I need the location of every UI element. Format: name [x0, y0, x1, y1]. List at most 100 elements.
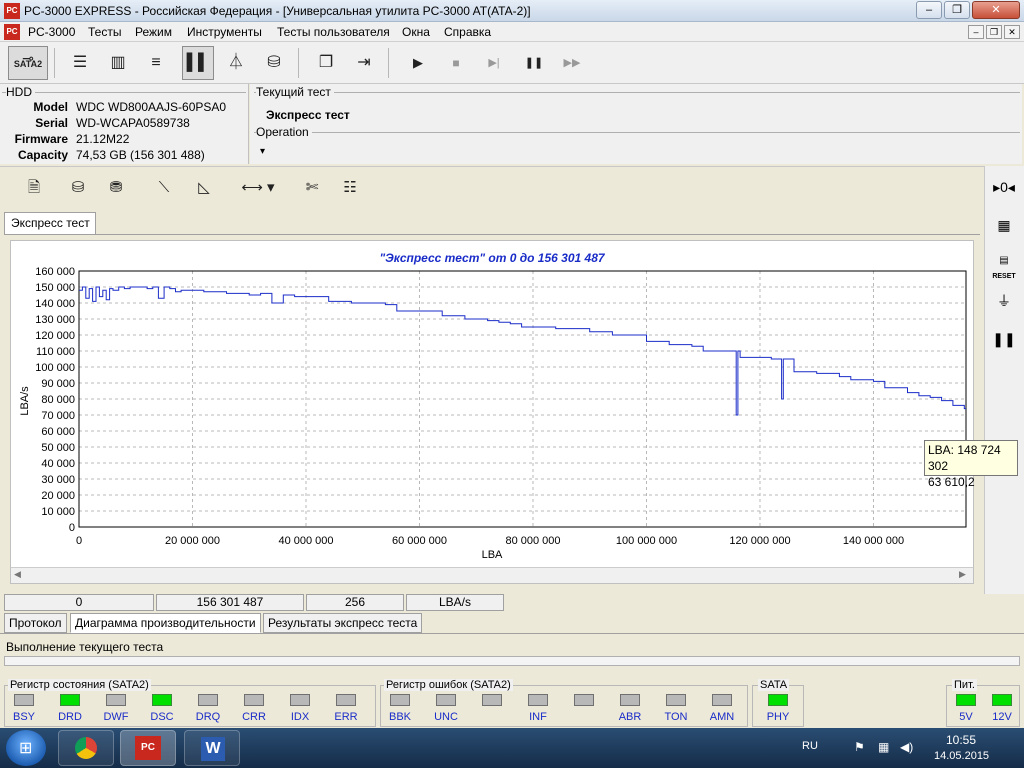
- drive-icon: ☰: [72, 54, 88, 71]
- chart-svg: "Экспресс тест" от 0 до 156 301 487 0 10 …: [19, 251, 967, 561]
- relay-button[interactable]: ⏚: [988, 286, 1020, 316]
- led-label-unc: UNC: [434, 711, 458, 723]
- x-tick-label: 140 000 000: [843, 535, 904, 547]
- y-tick-label: 60 000: [41, 426, 75, 438]
- led-err-6: [666, 694, 686, 706]
- chip-button[interactable]: ▥: [102, 46, 134, 80]
- language-indicator[interactable]: RU: [802, 740, 818, 752]
- led-label-dwf: DWF: [103, 711, 129, 723]
- menu-help[interactable]: Справка: [444, 25, 491, 39]
- board-button[interactable]: ▦: [988, 210, 1020, 240]
- operation-dropdown-icon[interactable]: ▾: [260, 146, 265, 157]
- power-switch-button[interactable]: ▸0◂: [988, 172, 1020, 202]
- x-tick-label: 20 000 000: [165, 535, 220, 547]
- y-axis-label: LBA/s: [19, 386, 31, 416]
- menu-windows[interactable]: Окна: [402, 25, 430, 39]
- led-state-6: [290, 694, 310, 706]
- led-state-3: [152, 694, 172, 706]
- scan-icon: ⏃: [227, 54, 244, 71]
- progress-label: Выполнение текущего теста: [6, 640, 164, 654]
- current-test-label: Текущий тест: [256, 85, 334, 99]
- power-switch-icon: ▸0◂: [993, 179, 1015, 195]
- status-end-lba: 156 301 487: [156, 594, 304, 611]
- menu-user-tests[interactable]: Тесты пользователя: [277, 25, 390, 39]
- tray-network-icon[interactable]: ▦: [878, 740, 889, 754]
- minimize-button[interactable]: –: [916, 1, 942, 19]
- mdi-restore-button[interactable]: ❐: [986, 25, 1002, 39]
- tray-flag-icon[interactable]: ⚑: [854, 740, 865, 754]
- reset-icon: ▤: [999, 255, 1009, 266]
- exit-button[interactable]: ⇥: [348, 46, 380, 80]
- tray-volume-icon[interactable]: ◀): [900, 740, 913, 754]
- close-button[interactable]: ✕: [972, 1, 1020, 19]
- start-button[interactable]: ⊞: [6, 730, 46, 766]
- disk-button[interactable]: ⛁: [258, 46, 290, 80]
- mdi-minimize-button[interactable]: –: [968, 25, 984, 39]
- hdd-group-label: HDD: [6, 85, 35, 99]
- menu-tools[interactable]: Инструменты: [187, 25, 262, 39]
- pause-button[interactable]: ❚❚: [518, 46, 550, 80]
- save-report-button[interactable]: 🗎: [20, 174, 48, 202]
- serial-label: Serial: [35, 116, 68, 130]
- scroll-right-icon[interactable]: ▶: [959, 569, 966, 580]
- taskbar-word[interactable]: W: [184, 730, 240, 766]
- y-tick-label: 100 000: [35, 362, 75, 374]
- current-test-panel: Текущий тест Экспресс тест Operation ▾: [250, 84, 1022, 164]
- tools-button[interactable]: ✄: [298, 174, 326, 202]
- clock-date[interactable]: 14.05.2015: [934, 750, 989, 762]
- horizontal-scrollbar[interactable]: ◀ ▶: [11, 567, 973, 583]
- scroll-left-icon[interactable]: ◀: [14, 569, 21, 580]
- model-value: WDC WD800AAJS-60PSA0: [76, 100, 227, 114]
- menu-pc3000[interactable]: PC-3000: [28, 25, 75, 39]
- performance-chart-button[interactable]: ▌▌: [182, 46, 214, 80]
- sata-port-label: SATA2: [13, 59, 43, 69]
- title-bar: PC PC-3000 EXPRESS - Российская Федераци…: [0, 0, 1024, 22]
- menu-bar: PC PC-3000 Тесты Режим Инструменты Тесты…: [0, 22, 1024, 42]
- y-tick-label: 0: [69, 522, 75, 534]
- clock-time[interactable]: 10:55: [946, 733, 976, 747]
- scan-button[interactable]: ⏃: [220, 46, 252, 80]
- tab-performance-diagram[interactable]: Диаграмма производительности: [70, 613, 261, 633]
- reset-button[interactable]: ▤ RESET: [988, 248, 1020, 280]
- chrome-icon: [75, 737, 97, 759]
- led-5v: [956, 694, 976, 706]
- fast-forward-button[interactable]: ▶▶: [556, 46, 588, 80]
- windows-button[interactable]: ❐: [310, 46, 342, 80]
- graph-button[interactable]: ⟍: [150, 174, 178, 202]
- side-pause-button[interactable]: ❚❚: [988, 324, 1020, 354]
- led-label-crr: CRR: [242, 711, 266, 723]
- operation-line: [254, 132, 1020, 133]
- taskbar-chrome[interactable]: [58, 730, 114, 766]
- stop-button[interactable]: ■: [440, 46, 472, 80]
- restore-button[interactable]: ❐: [944, 1, 970, 19]
- menu-mode[interactable]: Режим: [135, 25, 172, 39]
- tab-express-test[interactable]: Экспресс тест: [4, 212, 96, 234]
- step-button[interactable]: ▶|: [478, 46, 510, 80]
- mdi-close-button[interactable]: ✕: [1004, 25, 1020, 39]
- word-icon: W: [201, 737, 225, 761]
- log-button[interactable]: ☷: [336, 174, 364, 202]
- tooltip-speed: 63 610,2: [928, 475, 975, 489]
- status-start-lba: 0: [4, 594, 154, 611]
- pause-icon: ❚❚: [992, 331, 1016, 347]
- led-label-drd: DRD: [58, 711, 82, 723]
- save-button[interactable]: ⛃: [102, 174, 130, 202]
- led-label-inf: INF: [529, 711, 547, 723]
- play-button[interactable]: ▶: [402, 46, 434, 80]
- disk-save-icon: ⛃: [109, 179, 123, 196]
- taskbar-pc3000[interactable]: PC: [120, 730, 176, 766]
- tab-express-results[interactable]: Результаты экспресс теста: [263, 613, 423, 633]
- tab-protocol[interactable]: Протокол: [4, 613, 67, 633]
- sata-port-button[interactable]: ⊸ SATA2: [8, 46, 48, 80]
- y-tick-label: 110 000: [36, 346, 75, 358]
- list-button[interactable]: ≡: [140, 46, 172, 80]
- load-button[interactable]: ⛁: [64, 174, 92, 202]
- menu-tests[interactable]: Тесты: [88, 25, 121, 39]
- range-dropdown-button[interactable]: ⟷ ▾: [236, 174, 280, 202]
- drive-params-button[interactable]: ☰: [64, 46, 96, 80]
- led-label-12v: 12V: [992, 711, 1012, 723]
- windows-icon: ❐: [318, 54, 334, 71]
- progress-bar: [4, 656, 1020, 666]
- graph-scale-button[interactable]: ◺: [190, 174, 218, 202]
- x-tick-label: 80 000 000: [505, 535, 560, 547]
